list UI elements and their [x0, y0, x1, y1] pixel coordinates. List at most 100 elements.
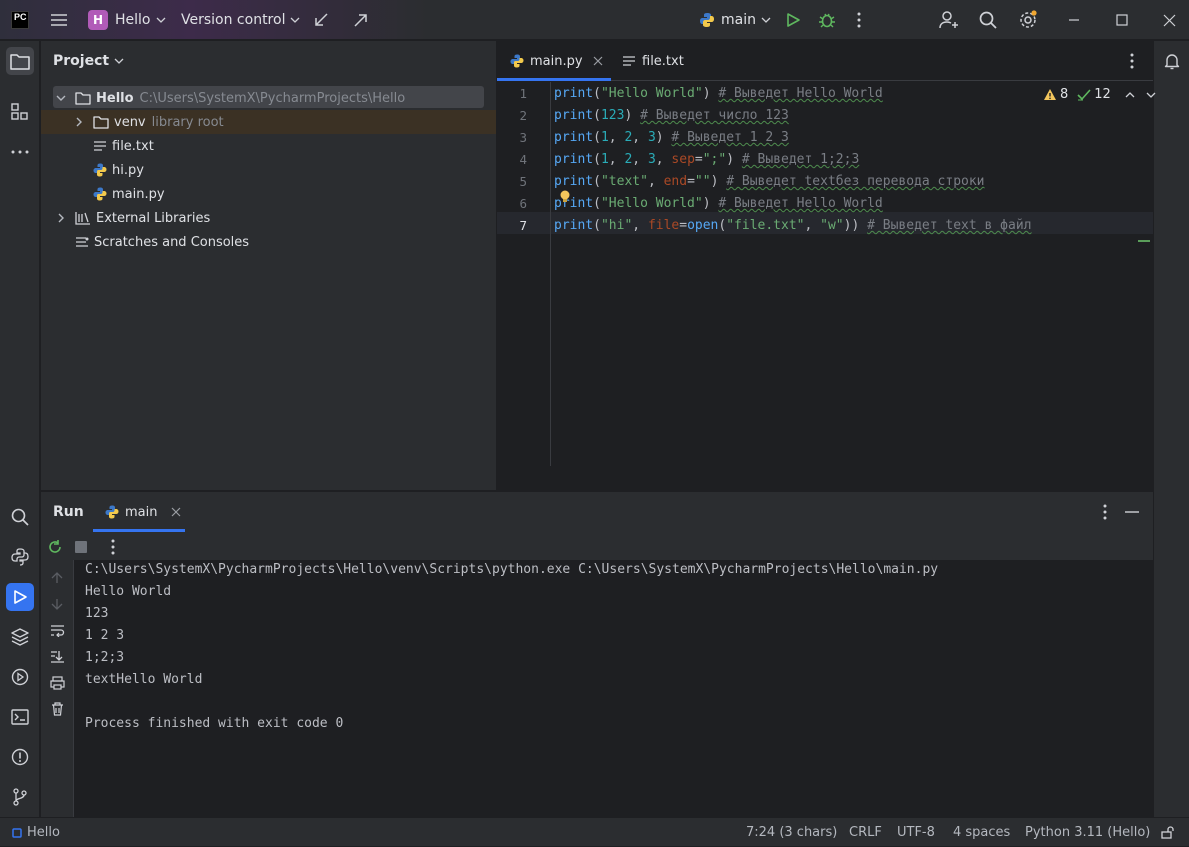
run-options-button[interactable] [1102, 504, 1108, 520]
minimize-button[interactable] [1068, 0, 1080, 40]
rerun-button[interactable] [47, 539, 63, 555]
search-everywhere-button[interactable] [979, 0, 997, 40]
code-token: , [632, 218, 648, 233]
forward-button[interactable] [353, 0, 369, 40]
tree-label: Scratches and Consoles [94, 234, 250, 250]
vcs-selector[interactable]: Version control [181, 0, 300, 40]
run-tab-main[interactable]: main [105, 492, 181, 532]
code-line[interactable]: print(1, 2, 3, sep=";") # Выведет 1;2;3 [554, 149, 859, 171]
run-config-selector[interactable]: main [699, 0, 771, 40]
run-toolbar-more-button[interactable] [110, 539, 116, 555]
hide-panel-button[interactable] [1125, 511, 1139, 513]
tree-item-external-libraries[interactable]: External Libraries [55, 206, 210, 230]
line-number: 1 [519, 86, 527, 101]
clear-all-button[interactable] [51, 702, 64, 716]
git-tool-button[interactable] [6, 783, 34, 811]
tree-item-hello[interactable]: Hello C:\Users\SystemX\PycharmProjects\H… [55, 86, 405, 110]
console-line: Process finished with exit code 0 [85, 716, 344, 731]
more-vertical-icon [1103, 504, 1107, 520]
terminal-icon [11, 709, 29, 725]
run-tool-button[interactable] [6, 583, 34, 611]
code-token: open [687, 218, 719, 233]
status-readonly-toggle[interactable] [1161, 818, 1174, 847]
code-token: ( [593, 86, 601, 101]
notifications-button[interactable] [1158, 47, 1186, 75]
chevron-up-icon[interactable] [1125, 91, 1135, 98]
project-selector[interactable]: H Hello [88, 0, 166, 40]
tab-main-py[interactable]: main.py [510, 41, 603, 81]
more-actions-button[interactable] [856, 0, 862, 40]
terminal-tool-button[interactable] [6, 703, 34, 731]
tree-item-venv[interactable]: venv library root [73, 110, 224, 134]
find-tool-button[interactable] [6, 503, 34, 531]
unlock-icon [1161, 826, 1174, 839]
inspection-widget[interactable]: 8 12 [1043, 87, 1156, 102]
chevron-right-icon [76, 117, 82, 127]
typos-count: 12 [1094, 87, 1111, 102]
code-line[interactable]: print(1, 2, 3) # Выведет 1 2 3 [554, 127, 789, 149]
close-window-button[interactable] [1163, 0, 1176, 40]
scroll-up-button[interactable] [51, 572, 63, 584]
maximize-button[interactable] [1116, 0, 1128, 40]
code-token: )) [843, 218, 860, 233]
code-line[interactable]: print("Hello World") # Выведет Hello Wor… [554, 193, 883, 215]
print-button[interactable] [50, 676, 65, 690]
soft-wrap-button[interactable] [50, 624, 65, 637]
code-line[interactable]: print("Hello World") # Выведет Hello Wor… [554, 83, 883, 105]
code-token: ";" [702, 152, 727, 167]
problems-tool-button[interactable] [6, 743, 34, 771]
services-tool-button[interactable] [6, 663, 34, 691]
close-tab-icon[interactable] [593, 56, 603, 66]
back-button[interactable] [313, 0, 329, 40]
python-console-button[interactable] [6, 543, 34, 571]
stop-icon[interactable] [75, 541, 87, 553]
status-indent[interactable]: 4 spaces [953, 818, 1010, 847]
project-panel-header[interactable]: Project [53, 51, 124, 71]
code-token: ( [593, 152, 601, 167]
scroll-down-button[interactable] [51, 598, 63, 610]
intention-bulb-icon[interactable] [559, 190, 571, 204]
line-number: 2 [519, 108, 527, 123]
code-line[interactable]: print("hi", file=open("file.txt", "w")) … [554, 215, 1032, 237]
soft-wrap-icon [51, 625, 65, 637]
console-line: Hello World [85, 584, 172, 599]
structure-tool-button[interactable] [6, 98, 34, 126]
code-token: # Выведет Hello World [718, 86, 883, 101]
more-tools-button[interactable] [6, 138, 34, 166]
status-interpreter[interactable]: Python 3.11 (Hello) [1025, 818, 1150, 847]
console-line: 1 2 3 [85, 628, 125, 643]
pycharm-logo[interactable]: PC [11, 0, 29, 40]
python-packages-button[interactable] [6, 623, 34, 651]
code-line[interactable]: print(123) # Выведет число 123 [554, 105, 789, 127]
status-project[interactable]: Hello [12, 818, 60, 847]
settings-button[interactable] [1018, 0, 1038, 40]
code-token: # Выведет text в файл [867, 218, 1032, 233]
code-token: , [608, 130, 625, 145]
status-caret-position[interactable]: 7:24 (3 chars) [746, 818, 837, 847]
code-token: end [663, 174, 688, 189]
library-icon [75, 212, 90, 225]
console-line: 123 [85, 606, 109, 621]
tabs-more-button[interactable] [1129, 41, 1135, 81]
tree-item-scratches[interactable]: Scratches and Consoles [75, 230, 249, 254]
tree-item-hi-py[interactable]: hi.py [93, 158, 144, 182]
console-output[interactable]: C:\Users\SystemX\PycharmProjects\Hello\v… [74, 560, 1153, 818]
tab-file-txt[interactable]: file.txt [622, 41, 684, 81]
close-tab-icon[interactable] [171, 507, 181, 517]
tree-hint: library root [151, 114, 224, 130]
tree-item-file-txt[interactable]: file.txt [93, 134, 154, 158]
chevron-down-icon[interactable] [1146, 92, 1156, 98]
code-token: 123 [600, 108, 625, 123]
tree-item-main-py[interactable]: main.py [93, 182, 165, 206]
console-side-toolbar [41, 560, 74, 818]
run-button[interactable] [785, 0, 801, 40]
status-encoding[interactable]: UTF-8 [897, 818, 935, 847]
debug-button[interactable] [818, 0, 836, 40]
project-tool-button[interactable] [6, 47, 34, 75]
main-menu-button[interactable] [50, 0, 68, 40]
code-with-me-button[interactable] [939, 0, 959, 40]
vcs-label: Version control [181, 12, 286, 28]
scroll-to-end-button[interactable] [50, 650, 65, 663]
code-line[interactable]: print("text", end="") # Выведет textбез … [554, 171, 985, 193]
status-line-separator[interactable]: CRLF [849, 818, 882, 847]
